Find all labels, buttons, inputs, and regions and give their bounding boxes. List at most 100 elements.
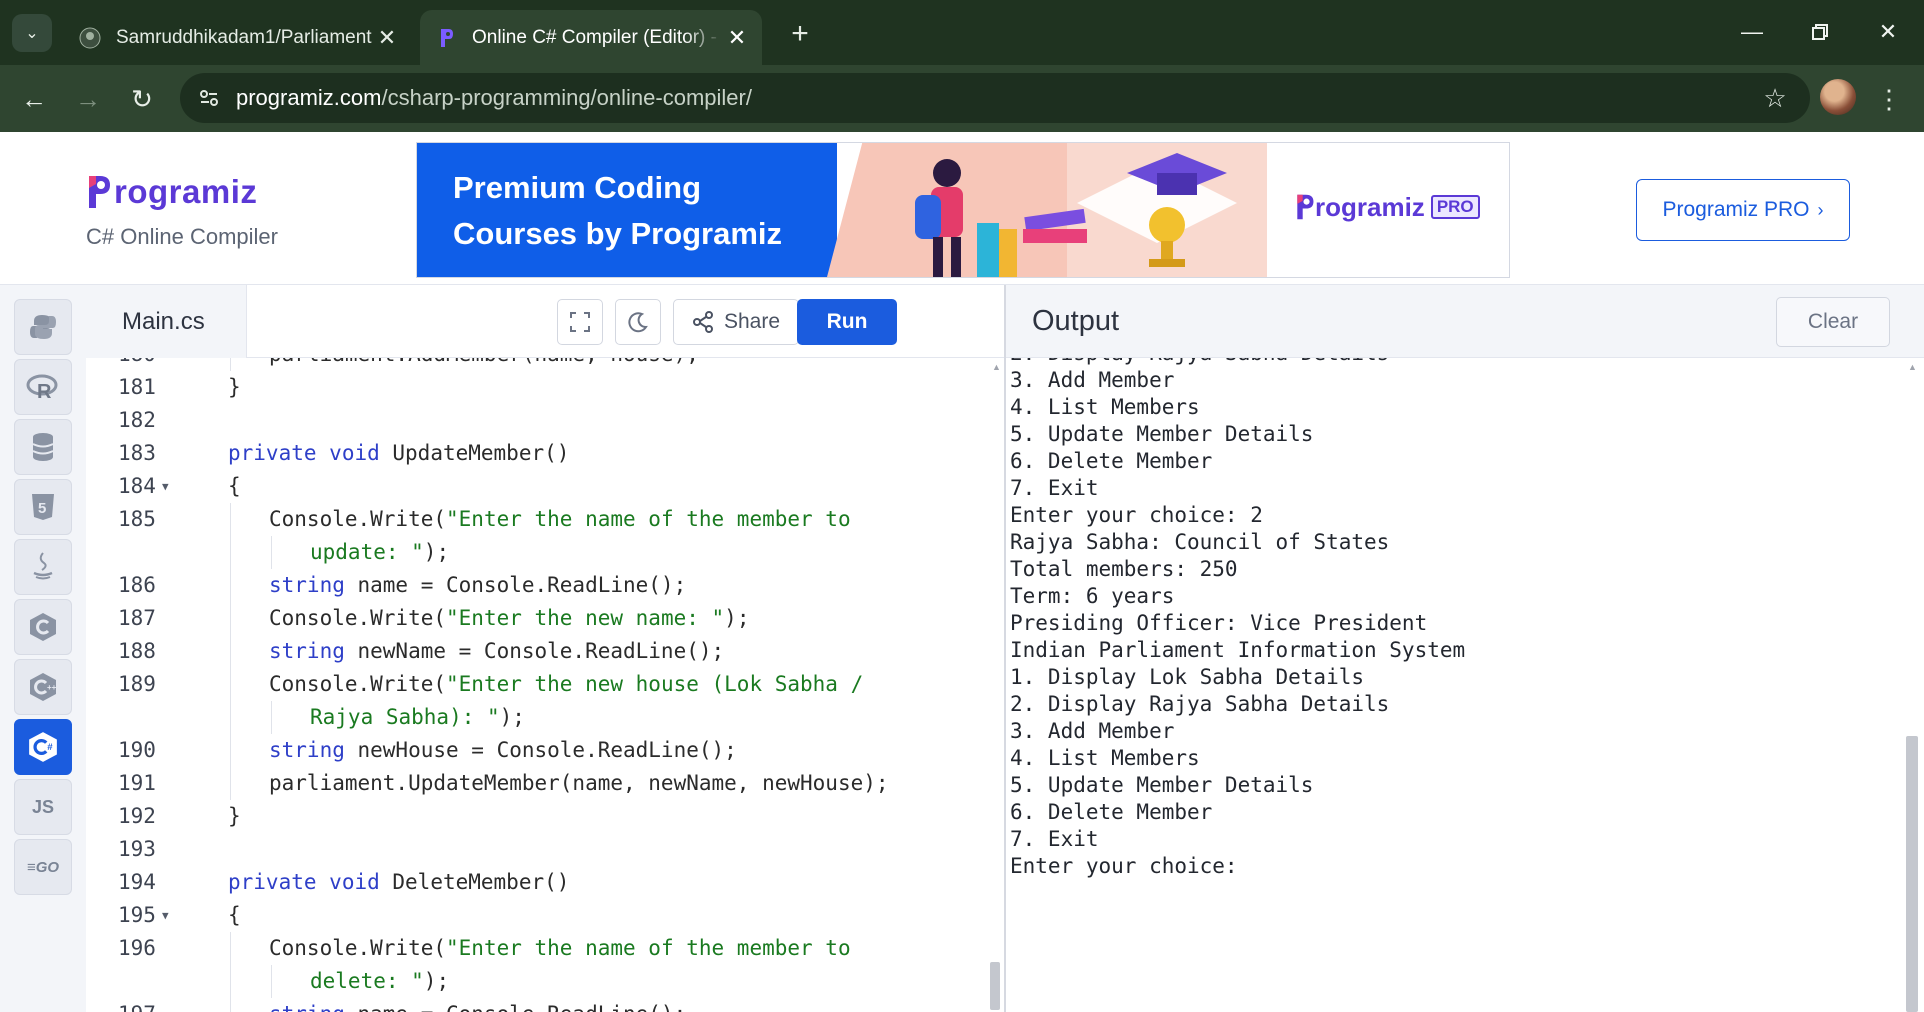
code-text: delete: "); — [310, 969, 450, 993]
profile-avatar[interactable] — [1820, 79, 1856, 115]
code-text: Rajya Sabha): "); — [310, 705, 525, 729]
browser-toolbar: ← → ↻ programiz.com/csharp-programming/o… — [0, 65, 1924, 132]
sidebar-item-csharp[interactable]: # — [14, 719, 72, 775]
banner-illustration — [827, 143, 1267, 277]
sidebar-item-java[interactable] — [14, 539, 72, 595]
code-text: string newHouse = Console.ReadLine(); — [269, 738, 737, 762]
share-button[interactable]: Share — [673, 299, 799, 345]
programiz-logo-icon — [86, 172, 112, 212]
code-line: 188 string newName = Console.ReadLine(); — [86, 635, 1004, 668]
logo-text: rogramiz — [114, 173, 258, 210]
pro-button-label: Programiz PRO — [1662, 198, 1810, 221]
fold-arrow-icon[interactable]: ▼ — [162, 470, 169, 503]
sidebar-item-cpp[interactable]: ++ — [14, 659, 72, 715]
indent-guide — [230, 998, 231, 1012]
minimize-window-icon[interactable]: — — [1730, 12, 1774, 52]
indent-guide — [230, 602, 231, 635]
code-text: update: "); — [310, 540, 450, 564]
code-line: 184 ▼ { — [86, 470, 1004, 503]
browser-tab-programiz[interactable]: Online C# Compiler (Editor) - Programiz … — [420, 10, 762, 65]
indent-guide — [230, 965, 231, 998]
string-literal: "Enter the name of the member to — [446, 507, 851, 531]
line-number: 182 — [118, 408, 156, 432]
indent-guide — [230, 536, 231, 569]
code-text: Console.Write("Enter the new name: "); — [269, 606, 750, 630]
string-literal: Rajya Sabha): " — [310, 705, 500, 729]
sidebar-item-go[interactable]: ≡GO — [14, 839, 72, 895]
sidebar-item-html[interactable]: 5 — [14, 479, 72, 535]
language-sidebar: R 5 ++ # JS ≡GO — [0, 285, 87, 1012]
banner-headline-line2: Courses by Programiz — [453, 216, 783, 251]
line-number: 188 — [118, 639, 156, 663]
back-arrow-icon[interactable]: ← — [14, 79, 54, 119]
line-number: 185 — [118, 507, 156, 531]
browser-menu-icon[interactable]: ⋮ — [1874, 79, 1904, 119]
code-line: 194 private void DeleteMember() — [86, 866, 1004, 899]
code-text: string name = Console.ReadLine(); — [269, 573, 687, 597]
line-number: 184 — [118, 474, 156, 498]
code-line: 190 string newHouse = Console.ReadLine(); — [86, 734, 1004, 767]
site-settings-icon[interactable] — [192, 81, 226, 115]
restore-window-icon[interactable] — [1798, 12, 1842, 52]
fullscreen-icon — [570, 312, 590, 332]
line-number: 195 — [118, 903, 156, 927]
keyword: void — [329, 441, 380, 465]
sidebar-item-python[interactable] — [14, 299, 72, 355]
line-number: 193 — [118, 837, 156, 861]
programiz-logo[interactable]: rogramiz — [86, 172, 257, 212]
close-tab-icon[interactable]: ✕ — [722, 23, 752, 53]
output-console[interactable]: 2. Display Rajya Sabha Details3. Add Mem… — [1006, 358, 1906, 1012]
fullscreen-button[interactable] — [557, 299, 603, 345]
output-line: Enter your choice: — [1010, 854, 1238, 878]
line-number: 192 — [118, 804, 156, 828]
sidebar-item-sql[interactable] — [14, 419, 72, 475]
html5-icon: 5 — [32, 494, 54, 520]
indent-guide — [230, 668, 231, 701]
github-icon — [78, 26, 102, 50]
close-window-icon[interactable]: ✕ — [1866, 12, 1910, 52]
string-literal: "Enter the name of the member to — [446, 936, 851, 960]
banner-brand-panel: rogramiz PRO — [1267, 143, 1509, 277]
code-line: 182 — [86, 404, 1004, 437]
share-label: Share — [723, 310, 781, 333]
sidebar-item-c[interactable] — [14, 599, 72, 655]
code-editor[interactable]: 180parliament.AddMember(name, house);181… — [86, 358, 1004, 1012]
banner-text-panel: Premium Coding Courses by Programiz — [417, 143, 837, 277]
promo-banner[interactable]: Premium Coding Courses by Programiz rogr… — [416, 142, 1510, 278]
clear-button[interactable]: Clear — [1776, 297, 1890, 347]
output-scrollbar-thumb[interactable] — [1906, 736, 1918, 1012]
c-icon — [30, 613, 56, 641]
run-button[interactable]: Run — [797, 299, 897, 345]
browser-tab-github[interactable]: Samruddhikadam1/Parliament ✕ — [66, 10, 412, 65]
keyword: string — [269, 573, 345, 597]
address-bar[interactable]: programiz.com/csharp-programming/online-… — [180, 73, 1810, 123]
code-text: { — [228, 474, 241, 498]
programiz-logo-icon — [1297, 194, 1314, 220]
svg-text:5: 5 — [38, 500, 46, 517]
new-tab-plus-icon[interactable]: + — [782, 16, 818, 52]
line-number: 190 — [118, 738, 156, 762]
compiler-label: C# Online Compiler — [86, 224, 278, 249]
sidebar-item-javascript[interactable]: JS — [14, 779, 72, 835]
string-literal: "Enter the new house (Lok Sabha / — [446, 672, 864, 696]
sidebar-item-r[interactable]: R — [14, 359, 72, 415]
code-text: Console.Write("Enter the name of the mem… — [269, 507, 851, 531]
editor-scrollbar-thumb[interactable] — [990, 962, 1000, 1010]
tab-search-chevron-icon[interactable]: ⌄ — [12, 14, 52, 52]
close-tab-icon[interactable]: ✕ — [372, 23, 402, 53]
fold-arrow-icon[interactable]: ▼ — [162, 899, 169, 932]
reload-icon[interactable]: ↻ — [122, 79, 162, 119]
bookmark-star-icon[interactable]: ☆ — [1760, 83, 1790, 113]
share-icon — [692, 311, 714, 333]
banner-pro-badge: PRO — [1430, 195, 1480, 219]
programiz-pro-button[interactable]: Programiz PRO › — [1636, 179, 1850, 241]
string-literal: update: " — [310, 540, 424, 564]
file-tab-main[interactable]: Main.cs — [86, 285, 246, 358]
indent-guide — [230, 734, 231, 767]
dark-mode-button[interactable] — [615, 299, 661, 345]
scroll-up-arrow-icon[interactable]: ▲ — [992, 362, 1001, 372]
scroll-up-arrow-icon[interactable]: ▲ — [1908, 362, 1917, 372]
indent-guide — [230, 569, 231, 602]
forward-arrow-icon[interactable]: → — [68, 79, 108, 119]
code-line: 193 — [86, 833, 1004, 866]
